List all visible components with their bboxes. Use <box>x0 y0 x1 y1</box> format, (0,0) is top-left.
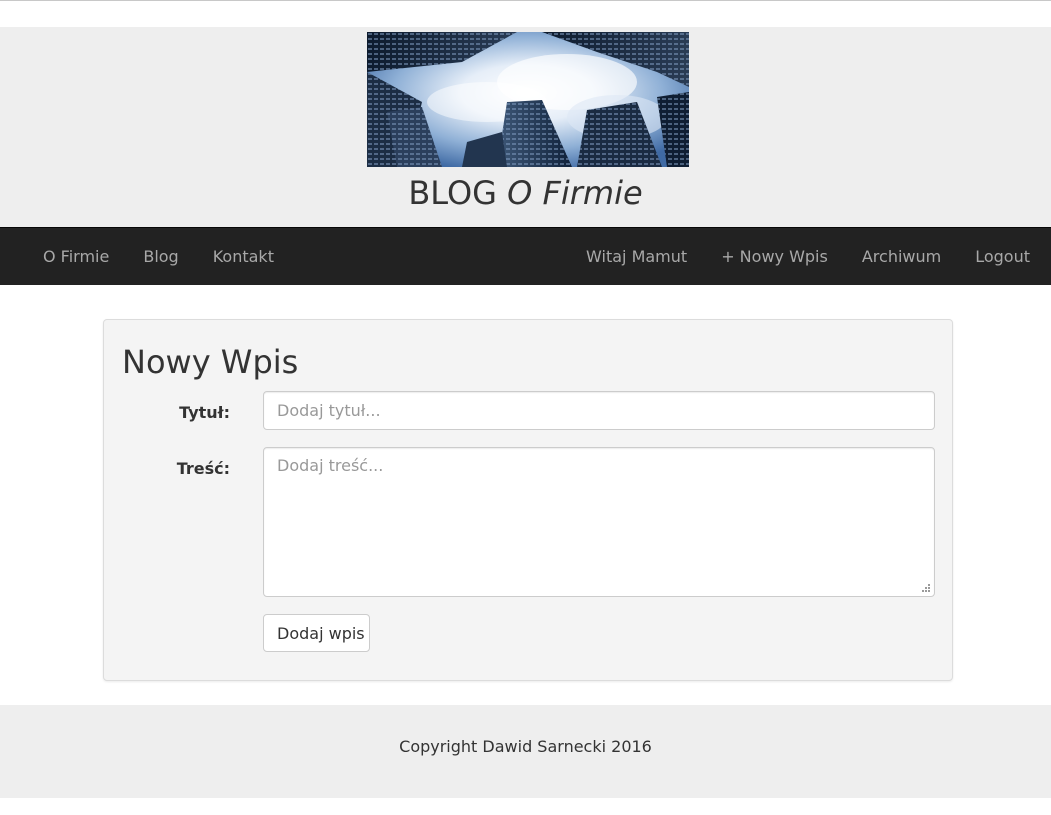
copyright-text: Copyright Dawid Sarnecki 2016 <box>399 737 652 756</box>
banner-image <box>367 32 689 167</box>
site-title-main: BLOG <box>408 174 497 212</box>
site-footer: Copyright Dawid Sarnecki 2016 <box>0 705 1051 798</box>
resize-grip-icon[interactable] <box>920 582 932 594</box>
top-rule <box>0 0 1051 1</box>
content-label: Treść: <box>176 459 230 478</box>
site-title: BLOG O Firmie <box>0 172 1051 214</box>
nav-item-new-post[interactable]: + Nowy Wpis <box>704 228 845 285</box>
site-title-emphasis: O Firmie <box>507 174 643 212</box>
new-post-card: Nowy Wpis Tytuł: Treść: Dodaj wpis <box>103 319 953 681</box>
page-title: Nowy Wpis <box>122 343 299 381</box>
nav-item-logout[interactable]: Logout <box>958 228 1047 285</box>
content-textarea[interactable] <box>263 447 935 597</box>
nav-item-archive[interactable]: Archiwum <box>845 228 958 285</box>
nav-item-blog[interactable]: Blog <box>126 228 195 285</box>
add-post-button[interactable]: Dodaj wpis <box>263 614 370 652</box>
nav-item-o-firmie[interactable]: O Firmie <box>26 228 126 285</box>
site-header: BLOG O Firmie <box>0 27 1051 227</box>
title-label: Tytuł: <box>179 403 230 422</box>
nav-item-welcome-user[interactable]: Witaj Mamut <box>569 228 704 285</box>
main-navbar: O Firmie Blog Kontakt Witaj Mamut + Nowy… <box>0 227 1051 285</box>
nav-left-group: O Firmie Blog Kontakt <box>26 228 291 285</box>
nav-item-kontakt[interactable]: Kontakt <box>196 228 291 285</box>
nav-right-group: Witaj Mamut + Nowy Wpis Archiwum Logout <box>569 228 1047 285</box>
title-input[interactable] <box>263 391 935 430</box>
